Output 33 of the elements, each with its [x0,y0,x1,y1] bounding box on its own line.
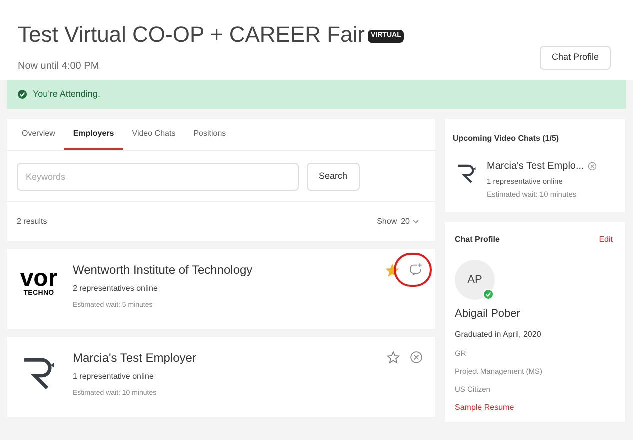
employer-name[interactable]: Wentworth Institute of Technology [73,261,374,279]
remove-circle-icon[interactable] [588,162,598,171]
reps-online: 1 representative online [73,371,155,383]
employer-name[interactable]: Marcia's Test Employer [73,349,375,367]
remove-circle-icon[interactable] [410,351,423,364]
tab[interactable]: Positions [184,119,236,150]
tab[interactable]: Employers [64,119,124,150]
chat-profile-button[interactable]: Chat Profile [540,46,611,70]
edit-link[interactable]: Edit [599,234,613,246]
panel-title: Chat Profile [455,234,500,246]
employer-name[interactable]: Marcia's Test Emplo... [487,159,584,174]
page-size-select[interactable]: 20 [401,216,419,228]
search-button[interactable]: Search [307,163,360,191]
show-label: Show [377,216,398,228]
add-chat-icon[interactable] [409,263,423,277]
tab[interactable]: Overview [13,119,64,150]
profile-name: Abigail Pober [455,307,522,322]
resume-link[interactable]: Sample Resume [455,402,615,414]
chevron-down-icon [413,220,419,224]
tab[interactable]: Video Chats [123,119,185,150]
panel-title: Upcoming Video Chats (1/5) [453,133,560,145]
star-outline-icon[interactable] [387,351,400,364]
page-title: Test Virtual CO-OP + CAREER Fair [18,21,366,49]
event-time: Now until 4:00 PM [18,60,100,74]
logo-wordmark: vor [20,268,58,289]
keywords-field[interactable]: Keywords [17,163,299,191]
reps-online: 2 representatives online [73,283,159,295]
results-count: 2 results [17,216,48,228]
filled-star-icon[interactable] [386,264,399,276]
avatar-initials: AP [468,272,482,288]
check-circle-icon [18,90,27,99]
graduation-date: Graduated in April, 2020 [455,328,542,340]
banner-text: You're Attending. [33,88,100,101]
